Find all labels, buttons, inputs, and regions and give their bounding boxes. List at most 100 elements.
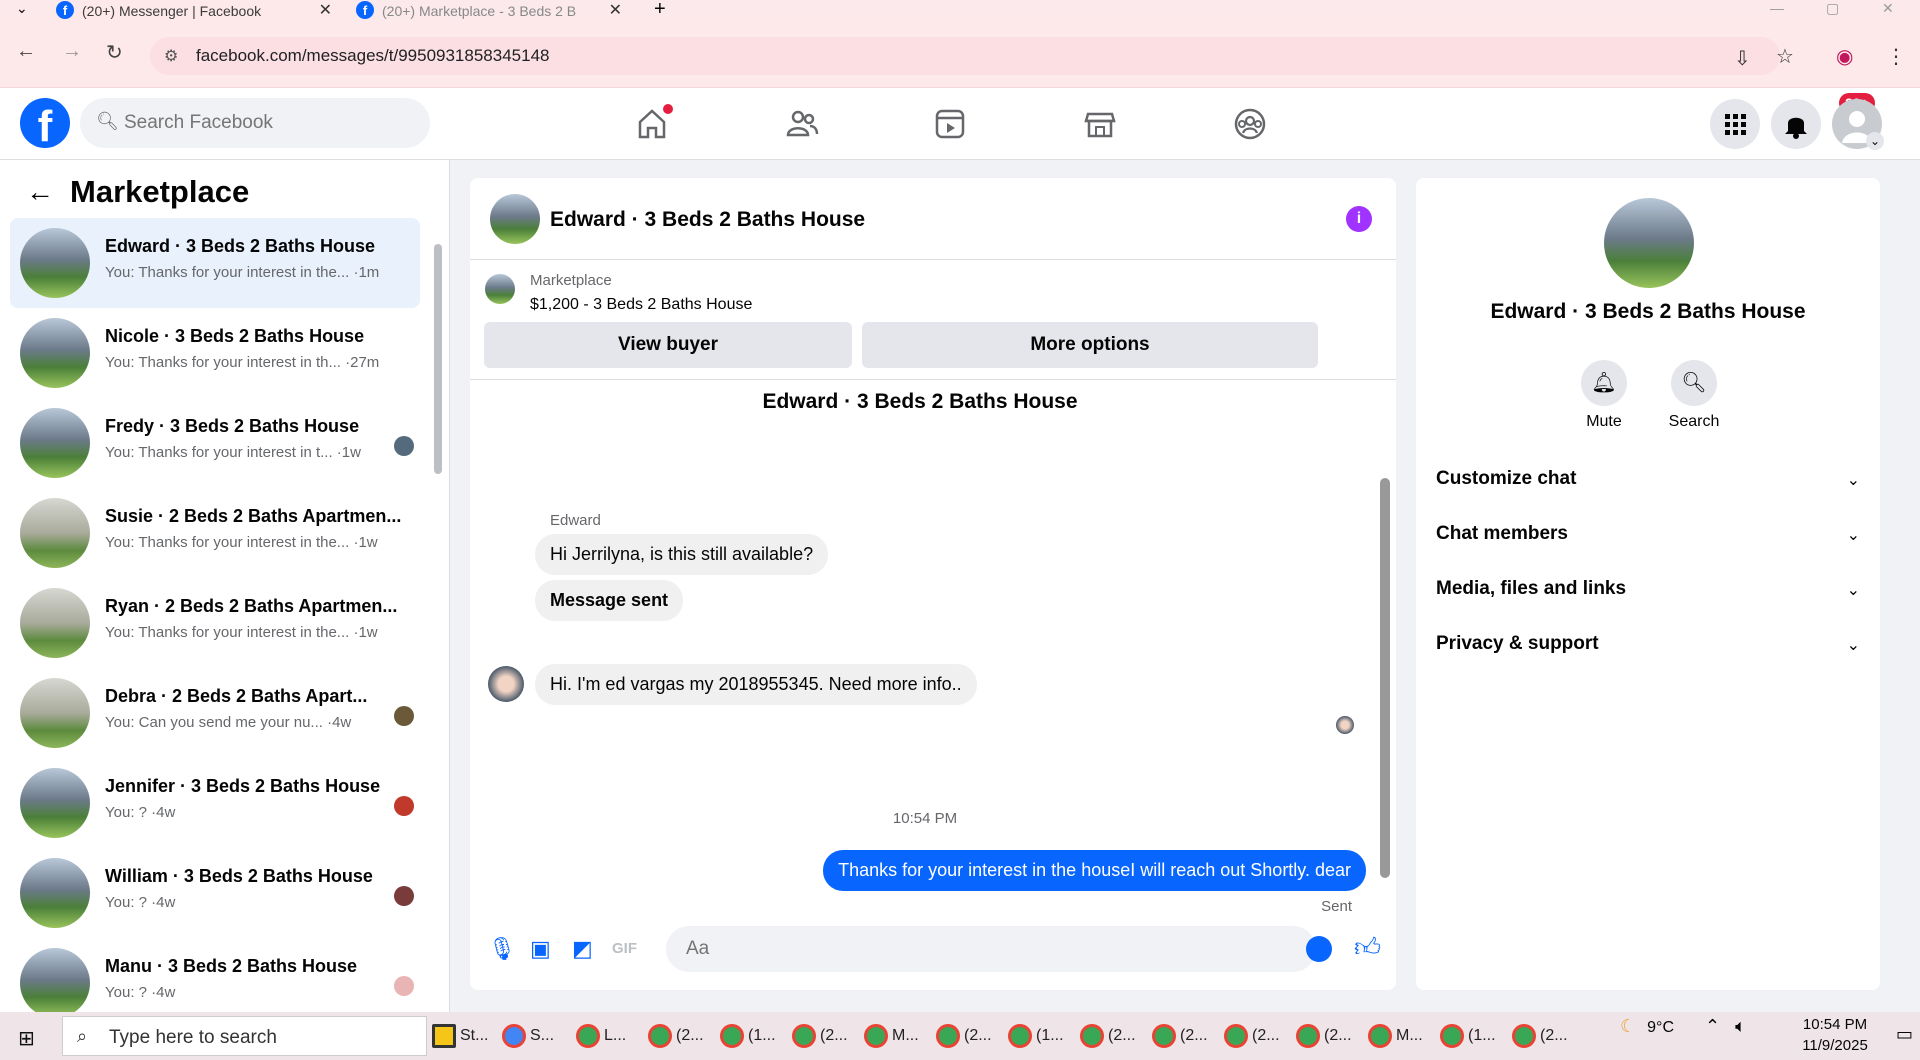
message-bubble[interactable]: Hi. I'm ed vargas my 2018955345. Need mo… [535, 664, 977, 705]
account-chevron-down-icon[interactable]: ⌄ [1866, 132, 1884, 150]
search-icon[interactable]: 🔍︎ [1671, 360, 1717, 406]
url-text[interactable]: facebook.com/messages/t/9950931858345148 [196, 46, 549, 66]
notifications-bell-icon[interactable] [1771, 99, 1821, 149]
groups-icon[interactable] [1228, 102, 1272, 146]
thumbs-up-icon[interactable]: 👍︎ [1354, 932, 1381, 963]
search-icon: 🔍︎ [96, 111, 119, 131]
taskbar-app[interactable]: (2... [1512, 1020, 1568, 1052]
taskbar-app[interactable]: L... [576, 1020, 626, 1052]
avatar[interactable] [490, 194, 540, 244]
tab-marketplace[interactable]: f (20+) Marketplace - 3 Beds 2 B ✕ [350, 0, 630, 22]
taskbar-app[interactable]: (2... [936, 1020, 992, 1052]
taskbar-app[interactable]: (2... [1080, 1020, 1136, 1052]
message-input[interactable] [666, 926, 1316, 972]
section-label: Chat members [1436, 523, 1568, 544]
reload-icon[interactable]: ↻ [106, 40, 123, 65]
taskbar-app[interactable]: (2... [792, 1020, 848, 1052]
clock[interactable]: 10:54 PM 11/9/2025 [1780, 1014, 1890, 1056]
maximize-icon[interactable]: ▢ [1826, 0, 1839, 17]
marketplace-icon[interactable] [1078, 102, 1122, 146]
emoji-icon[interactable] [1306, 936, 1332, 962]
photo-icon[interactable]: ▣ [530, 936, 551, 962]
taskbar-app[interactable]: (2... [1152, 1020, 1208, 1052]
close-window-icon[interactable]: ✕ [1882, 0, 1894, 17]
chat-members-section[interactable]: Chat members ⌄ [1436, 515, 1860, 555]
conversation-item[interactable]: Jennifer · 3 Beds 2 Baths House You: ? ·… [10, 758, 420, 848]
taskbar-app[interactable]: (1... [720, 1020, 776, 1052]
sent-message-bubble[interactable]: Thanks for your interest in the houseI w… [823, 850, 1366, 891]
conversations-scrollbar[interactable] [434, 244, 442, 474]
facebook-logo-icon[interactable]: f [20, 98, 70, 151]
mute-label[interactable]: Mute [1564, 413, 1644, 431]
facebook-search[interactable]: 🔍︎ [80, 98, 430, 148]
search-input[interactable] [124, 106, 414, 140]
minimize-icon[interactable]: — [1770, 0, 1784, 16]
taskbar-app[interactable]: (1... [1440, 1020, 1496, 1052]
customize-chat-section[interactable]: Customize chat ⌄ [1436, 460, 1860, 500]
tab-list-icon[interactable]: ⌄ [16, 0, 28, 17]
watch-icon[interactable] [928, 102, 972, 146]
taskbar-app[interactable]: (2... [648, 1020, 704, 1052]
chat-scrollbar[interactable] [1380, 478, 1390, 878]
conversation-item[interactable]: Nicole · 3 Beds 2 Baths House You: Thank… [10, 308, 420, 398]
chat-title[interactable]: Edward · 3 Beds 2 Baths House [550, 208, 865, 232]
address-bar[interactable]: ⚙ facebook.com/messages/t/99509318583451… [150, 37, 1780, 75]
taskbar-app[interactable]: (1... [1008, 1020, 1064, 1052]
temperature[interactable]: 9°C [1647, 1019, 1674, 1036]
bookmark-star-icon[interactable]: ☆ [1776, 44, 1794, 69]
microphone-icon[interactable]: 🎙︎ [488, 936, 516, 962]
search-label[interactable]: Search [1654, 413, 1734, 431]
weather-icon[interactable]: ☾ [1620, 1016, 1636, 1036]
taskbar-app[interactable]: S... [502, 1020, 554, 1052]
back-icon[interactable]: ← [16, 40, 36, 63]
message-timestamp: 10:54 PM [892, 810, 958, 827]
taskbar-app[interactable]: M... [864, 1020, 919, 1052]
site-info-icon[interactable]: ⚙ [164, 46, 178, 66]
conversation-item[interactable]: Manu · 3 Beds 2 Baths House You: ? ·4w [10, 938, 420, 1012]
conversation-item[interactable]: Debra · 2 Beds 2 Baths Apart... You: Can… [10, 668, 420, 758]
windows-start-icon[interactable]: ⊞ [18, 1026, 35, 1051]
menu-kebab-icon[interactable]: ⋮ [1886, 44, 1906, 69]
search-icon: ⌕ [77, 1026, 88, 1046]
back-arrow-icon[interactable]: ← [26, 176, 54, 208]
taskbar-app[interactable]: St... [432, 1020, 488, 1052]
install-app-icon[interactable]: ⇩ [1734, 46, 1751, 71]
chat-details-panel: Edward · 3 Beds 2 Baths House 🔔︎ Mute 🔍︎… [1416, 178, 1880, 990]
message-bubble[interactable]: Hi Jerrilyna, is this still available? [535, 534, 829, 575]
close-tab-icon[interactable]: ✕ [609, 0, 622, 20]
new-tab-button[interactable]: + [654, 0, 666, 21]
listing-price-title[interactable]: $1,200 - 3 Beds 2 Baths House [530, 296, 752, 314]
taskbar-app[interactable]: (2... [1296, 1020, 1352, 1052]
conversation-item[interactable]: William · 3 Beds 2 Baths House You: ? ·4… [10, 848, 420, 938]
view-buyer-button[interactable]: View buyer [484, 322, 852, 368]
conversation-item[interactable]: Ryan · 2 Beds 2 Baths Apartmen... You: T… [10, 578, 420, 668]
bell-icon[interactable]: 🔔︎ [1581, 360, 1627, 406]
seen-avatar [394, 976, 414, 996]
close-tab-icon[interactable]: ✕ [319, 0, 332, 20]
panel-title: Marketplace [70, 174, 250, 209]
conversation-item[interactable]: Susie · 2 Beds 2 Baths Apartmen... You: … [10, 488, 420, 578]
notification-center-icon[interactable]: ▭ [1896, 1024, 1913, 1045]
avatar[interactable] [1604, 198, 1694, 288]
taskbar-search[interactable]: ⌕ Type here to search [62, 1016, 427, 1056]
tab-messenger[interactable]: f (20+) Messenger | Facebook ✕ [50, 0, 340, 22]
friends-icon[interactable] [780, 102, 824, 146]
conversation-item[interactable]: Fredy · 3 Beds 2 Baths House You: Thanks… [10, 398, 420, 488]
media-files-links-section[interactable]: Media, files and links ⌄ [1436, 570, 1860, 610]
speaker-icon[interactable]: 🔈︎ [1735, 1016, 1746, 1036]
section-label: Media, files and links [1436, 578, 1627, 599]
more-options-button[interactable]: More options [862, 322, 1318, 368]
privacy-support-section[interactable]: Privacy & support ⌄ [1436, 625, 1860, 665]
gif-icon[interactable]: GIF [612, 940, 637, 957]
taskbar-app[interactable]: M... [1368, 1020, 1423, 1052]
menu-grid-icon[interactable] [1710, 99, 1760, 149]
profile-icon[interactable]: ◉ [1836, 44, 1853, 69]
message-bubble[interactable]: Message sent [535, 580, 684, 621]
taskbar-app[interactable]: (2... [1224, 1020, 1280, 1052]
taskbar-search-placeholder[interactable]: Type here to search [109, 1027, 277, 1049]
sticker-icon[interactable]: ◩ [572, 936, 593, 962]
forward-icon[interactable]: → [62, 40, 82, 63]
conversation-item[interactable]: Edward · 3 Beds 2 Baths House You: Thank… [10, 218, 420, 308]
info-icon[interactable]: i [1346, 206, 1372, 232]
chevron-up-icon[interactable]: ⌃ [1705, 1016, 1720, 1036]
